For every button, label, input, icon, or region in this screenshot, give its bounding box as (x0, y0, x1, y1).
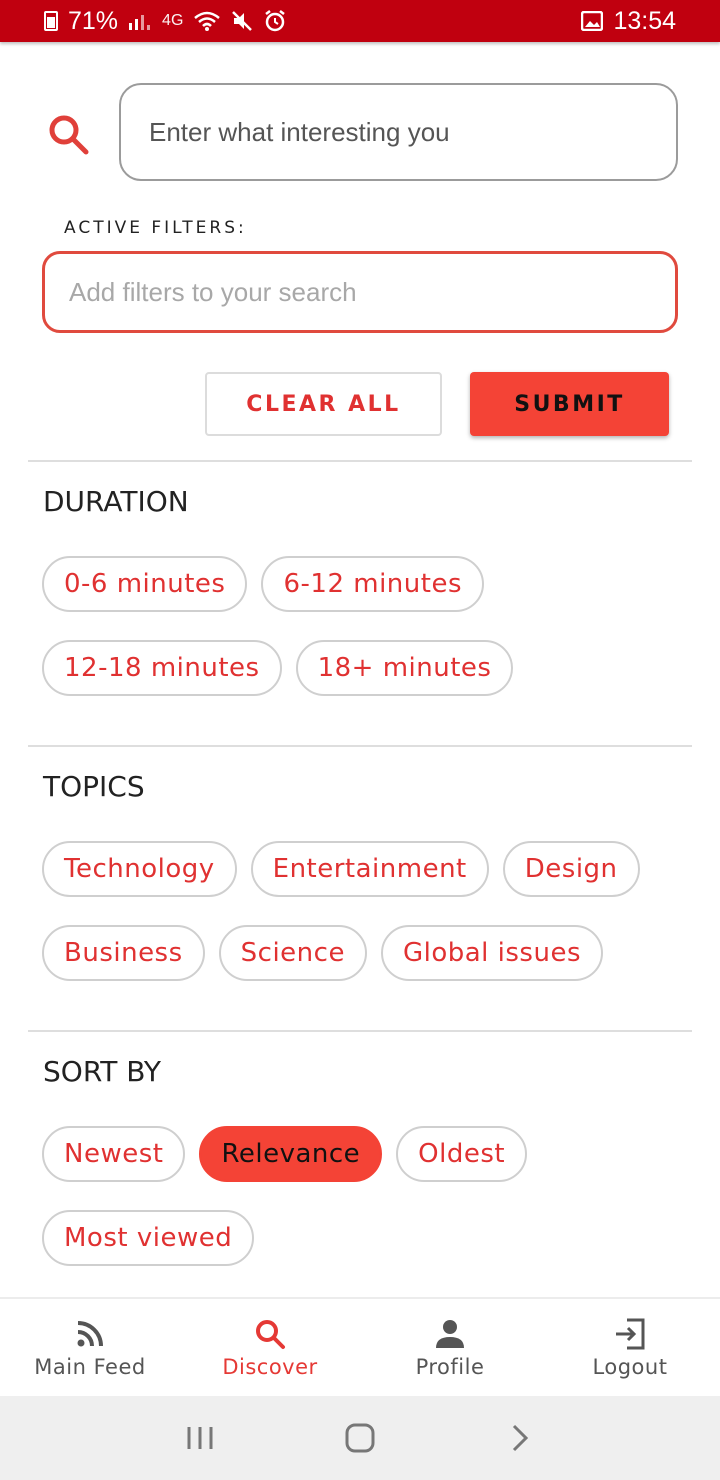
status-bar: 71% 4G 13:54 (0, 0, 720, 42)
home-button[interactable] (340, 1418, 380, 1458)
battery-icon (44, 11, 58, 31)
sort-chips-row-2: Most viewed (42, 1210, 255, 1266)
chip-topic-design[interactable]: Design (502, 841, 640, 897)
topics-chips-row-1: Technology Entertainment Design (42, 841, 640, 897)
chip-sort-relevance[interactable]: Relevance (199, 1126, 383, 1182)
divider (28, 460, 692, 462)
person-icon (436, 1320, 464, 1348)
nav-label-main-feed: Main Feed (34, 1355, 146, 1379)
nav-item-profile[interactable]: Profile (360, 1299, 540, 1398)
submit-button[interactable]: SUBMIT (470, 372, 669, 436)
image-icon (581, 11, 604, 31)
recent-apps-button[interactable] (180, 1418, 220, 1458)
topics-chips-row-2: Business Science Global issues (42, 925, 603, 981)
chip-duration-0-6[interactable]: 0-6 minutes (42, 556, 248, 612)
nav-item-logout[interactable]: Logout (540, 1299, 720, 1398)
sort-by-title: SORT BY (43, 1055, 162, 1088)
alarm-icon (265, 10, 286, 32)
nav-label-discover: Discover (222, 1355, 318, 1379)
chip-topic-science[interactable]: Science (218, 925, 367, 981)
status-left: 71% 4G (44, 7, 287, 36)
home-icon (345, 1423, 375, 1453)
chip-topic-business[interactable]: Business (42, 925, 205, 981)
system-nav-bar (0, 1396, 720, 1480)
search-icon[interactable] (46, 112, 92, 158)
clear-all-button[interactable]: CLEAR ALL (205, 372, 442, 436)
nav-item-discover[interactable]: Discover (180, 1299, 360, 1398)
chip-topic-entertainment[interactable]: Entertainment (250, 841, 489, 897)
divider (28, 1030, 692, 1032)
filters-input[interactable] (42, 251, 678, 333)
nav-item-main-feed[interactable]: Main Feed (0, 1299, 180, 1398)
chip-duration-18-plus[interactable]: 18+ minutes (295, 640, 514, 696)
nav-label-profile: Profile (415, 1355, 485, 1379)
bottom-nav: Main Feed Discover Profile Logout (0, 1297, 720, 1396)
search-input[interactable] (119, 83, 678, 181)
chip-topic-global-issues[interactable]: Global issues (380, 925, 603, 981)
battery-level: 71% (68, 6, 119, 35)
back-button[interactable] (500, 1418, 540, 1458)
duration-chips-row-1: 0-6 minutes 6-12 minutes (42, 556, 485, 612)
signal-icon (129, 15, 151, 30)
chip-duration-12-18[interactable]: 12-18 minutes (42, 640, 282, 696)
sort-chips-row-1: Newest Relevance Oldest (42, 1126, 528, 1182)
mute-icon (232, 11, 253, 31)
chip-sort-oldest[interactable]: Oldest (396, 1126, 528, 1182)
divider (28, 745, 692, 747)
recent-apps-icon (187, 1427, 213, 1449)
search-icon (256, 1320, 285, 1349)
nav-label-logout: Logout (592, 1355, 668, 1379)
status-right: 13:54 (581, 7, 676, 36)
chip-sort-most-viewed[interactable]: Most viewed (42, 1210, 255, 1266)
logout-icon (616, 1318, 645, 1350)
topics-title: TOPICS (43, 770, 145, 803)
duration-chips-row-2: 12-18 minutes 18+ minutes (42, 640, 514, 696)
chip-sort-newest[interactable]: Newest (42, 1126, 186, 1182)
rss-icon (77, 1321, 103, 1347)
clock: 13:54 (613, 6, 676, 35)
duration-title: DURATION (43, 485, 189, 518)
network-type: 4G (162, 12, 184, 29)
wifi-icon (194, 11, 221, 31)
chevron-right-icon (512, 1424, 529, 1452)
chip-topic-technology[interactable]: Technology (42, 841, 237, 897)
chip-duration-6-12[interactable]: 6-12 minutes (261, 556, 485, 612)
active-filters-label: ACTIVE FILTERS: (64, 218, 247, 238)
